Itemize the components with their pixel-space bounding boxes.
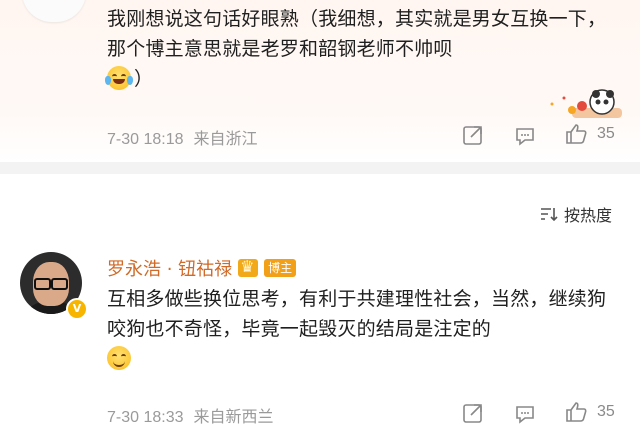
verified-icon: V — [66, 298, 88, 320]
comment-text: 我刚想说这句话好眼熟（我细想，其实就是男女互换一下，那个博主意思就是老罗和韶钢老… — [105, 4, 617, 94]
host-tag: 博主 — [264, 259, 297, 277]
like-count: 35 — [597, 403, 615, 420]
comment-time: 7-30 18:18 — [107, 131, 184, 148]
smile-icon — [107, 346, 131, 370]
comment-location: 来自浙江 — [193, 131, 258, 148]
cartoon-decoration-icon — [550, 89, 622, 118]
comment-body-end: ） — [134, 68, 154, 90]
comment-author[interactable]: 罗永浩 · 钮祜禄 博主 — [107, 255, 297, 281]
comment-meta: 7-30 18:18 来自浙江 — [107, 125, 258, 149]
divider — [0, 162, 640, 174]
thumbs-up-icon — [566, 402, 587, 422]
laughing-tears-icon — [105, 66, 133, 90]
share-button[interactable] — [462, 124, 484, 146]
comment-icon — [516, 128, 534, 146]
thumbs-up-icon — [566, 124, 587, 144]
comment-body: 我刚想说这句话好眼熟（我细想，其实就是男女互换一下，那个博主意思就是老罗和韶钢老… — [107, 8, 607, 60]
comment-button[interactable] — [514, 403, 536, 425]
sort-by-hot-button[interactable]: 按热度 — [540, 202, 612, 226]
sort-icon — [541, 208, 558, 222]
share-button[interactable] — [462, 402, 484, 424]
comment-button[interactable] — [514, 125, 536, 147]
comment-body: 互相多做些换位思考，有利于共建理性社会，当然，继续狗咬狗也不奇怪，毕竟一起毁灭的… — [107, 288, 607, 340]
crown-icon — [238, 257, 259, 277]
like-button[interactable] — [565, 400, 589, 424]
sort-label: 按热度 — [564, 206, 613, 225]
like-button[interactable] — [565, 122, 589, 146]
comment-location: 来自新西兰 — [193, 409, 274, 426]
like-count: 35 — [597, 125, 615, 142]
avatar[interactable] — [22, 0, 86, 22]
comment-text: 互相多做些换位思考，有利于共建理性社会，当然，继续狗咬狗也不奇怪，毕竟一起毁灭的… — [107, 284, 617, 374]
username[interactable]: 罗永浩 · 钮祜禄 — [107, 255, 232, 281]
comment-time: 7-30 18:33 — [107, 409, 184, 426]
share-icon — [463, 126, 482, 145]
comment-card-1: 我刚想说这句话好眼熟（我细想，其实就是男女互换一下，那个博主意思就是老罗和韶钢老… — [0, 0, 640, 162]
comment-icon — [516, 406, 534, 424]
share-icon — [463, 404, 482, 423]
comment-meta: 7-30 18:33 来自新西兰 — [107, 403, 274, 427]
